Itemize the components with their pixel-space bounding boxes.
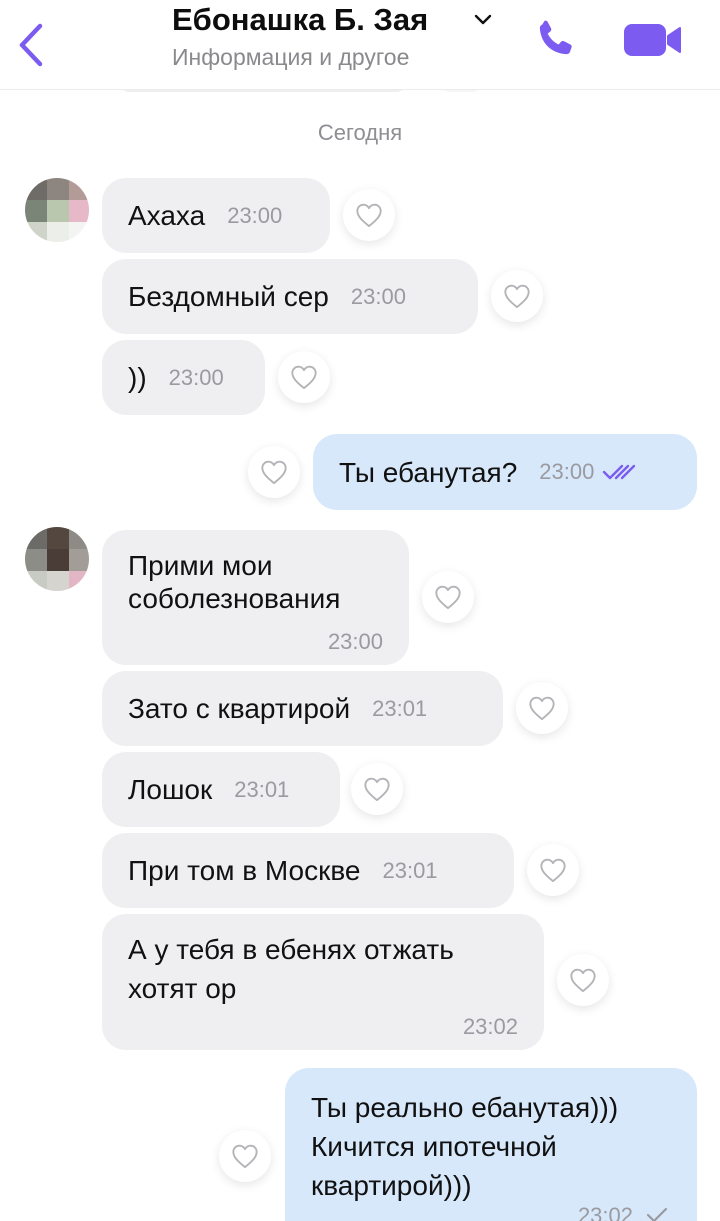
heart-outline-icon	[232, 1144, 258, 1169]
heart-outline-icon	[529, 696, 555, 721]
heart-outline-icon	[570, 968, 596, 993]
message-time: 23:00	[539, 459, 595, 484]
message-text-line: Кичится ипотечной	[311, 1131, 557, 1162]
message-text: Ахаха	[128, 200, 206, 231]
message-text: ))	[128, 362, 147, 393]
like-button[interactable]	[557, 954, 609, 1006]
chevron-left-icon	[19, 23, 43, 67]
message-time: 23:01	[382, 857, 438, 883]
message-text: Зато с квартирой	[128, 693, 351, 724]
heart-outline-icon	[364, 777, 390, 802]
incoming-message[interactable]: Ахаха 23:00	[102, 178, 330, 253]
like-button[interactable]	[527, 844, 579, 896]
back-button[interactable]	[14, 22, 48, 68]
message-text: Лошок	[128, 774, 213, 805]
heart-outline-icon	[435, 585, 461, 610]
video-camera-icon	[624, 24, 681, 56]
phone-icon	[539, 20, 572, 55]
incoming-message[interactable]: Зато с квартирой 23:01	[102, 671, 503, 746]
incoming-message[interactable]: Прими мои соболезнования 23:00	[102, 530, 409, 665]
chat-title[interactable]: Ебонашка Б. Зая	[172, 2, 428, 38]
like-button[interactable]	[491, 270, 543, 322]
check-icon	[646, 1207, 668, 1221]
message-text: Бездомный сер	[128, 281, 329, 312]
heart-outline-icon	[356, 203, 382, 228]
like-button[interactable]	[343, 189, 395, 241]
message-time: 23:02	[577, 1203, 633, 1221]
like-button[interactable]	[219, 1130, 271, 1182]
incoming-message[interactable]: При том в Москве 23:01	[102, 833, 514, 908]
like-button[interactable]	[516, 682, 568, 734]
message-time: 23:00	[327, 629, 383, 654]
incoming-message[interactable]: Лошок 23:01	[102, 752, 340, 827]
message-time: 23:00	[350, 283, 406, 309]
contact-avatar[interactable]	[25, 178, 89, 242]
call-button[interactable]	[532, 16, 578, 62]
like-button[interactable]	[422, 571, 474, 623]
message-text-line: хотят ор	[128, 973, 237, 1004]
message-text-line: Ты реально ебанутая)))	[311, 1092, 619, 1123]
heart-outline-icon	[291, 365, 317, 390]
chat-subtitle[interactable]: Информация и другое	[172, 44, 409, 71]
message-text: Ты ебанутая?	[339, 456, 518, 488]
message-text: При том в Москве	[128, 855, 361, 886]
heart-outline-icon	[504, 284, 530, 309]
heart-outline-icon	[261, 460, 287, 485]
outgoing-message[interactable]: Ты ебанутая? 23:00	[313, 434, 697, 510]
chevron-down-icon[interactable]	[474, 14, 492, 26]
message-time: 23:01	[234, 776, 290, 802]
date-separator: Сегодня	[317, 120, 403, 145]
like-button[interactable]	[278, 351, 330, 403]
like-button[interactable]	[351, 763, 403, 815]
contact-avatar[interactable]	[25, 527, 89, 591]
message-text-line: квартирой)))	[311, 1170, 472, 1201]
message-text-line: А у тебя в ебенях отжать	[128, 934, 454, 965]
message-time: 23:00	[227, 202, 283, 228]
like-button[interactable]	[248, 446, 300, 498]
incoming-message[interactable]: Бездомный сер 23:00	[102, 259, 478, 334]
outgoing-message[interactable]: Ты реально ебанутая))) Кичится ипотечной…	[285, 1068, 697, 1221]
message-time: 23:01	[372, 695, 428, 721]
chat-header: Ебонашка Б. Зая Информация и другое	[0, 0, 720, 90]
video-call-button[interactable]	[622, 20, 684, 60]
double-check-icon	[603, 464, 636, 480]
incoming-message[interactable]: А у тебя в ебенях отжать хотят ор 23:02	[102, 914, 544, 1050]
message-text-line: соболезнования	[128, 583, 341, 614]
incoming-message[interactable]: )) 23:00	[102, 340, 265, 415]
heart-outline-icon	[540, 858, 566, 883]
message-time: 23:00	[168, 364, 224, 390]
message-time: 23:02	[462, 1014, 518, 1039]
